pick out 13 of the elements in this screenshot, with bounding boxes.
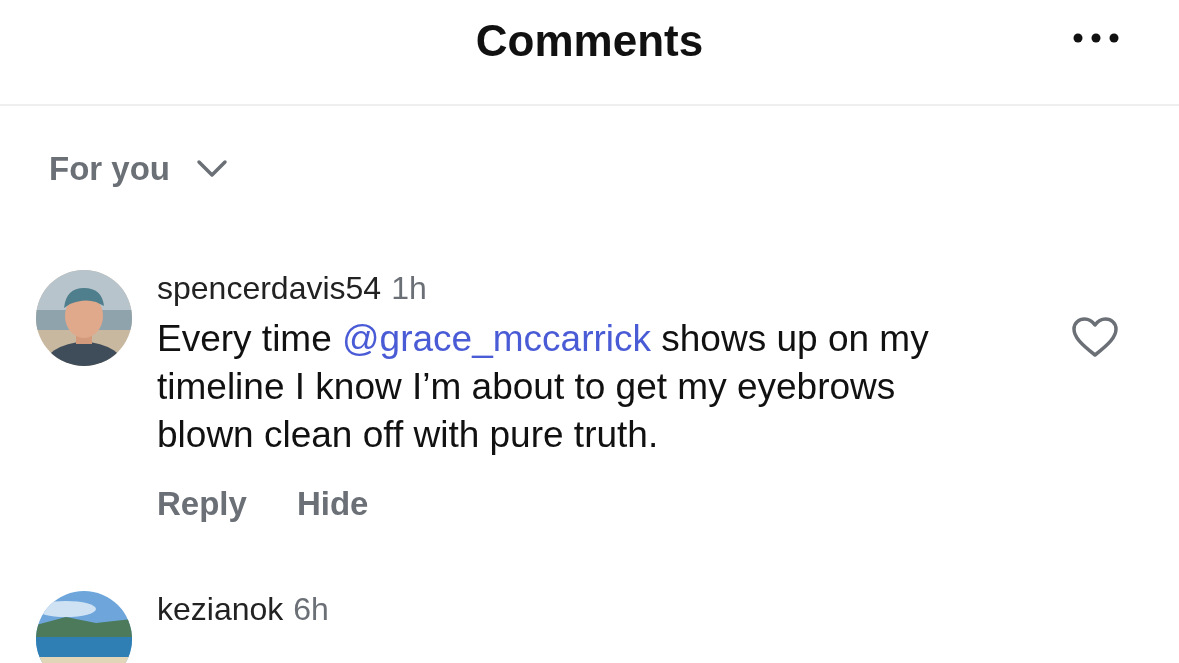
chevron-down-icon bbox=[196, 159, 228, 179]
window-title: Comments bbox=[475, 16, 704, 66]
timestamp: 6h bbox=[293, 591, 329, 628]
heart-icon[interactable] bbox=[1071, 316, 1119, 358]
comment-text: Every time @grace_mccarrick shows up on my timeline I know I’m about to get my eyebrows blown clean off with pure truth. bbox=[157, 317, 930, 457]
hide-button[interactable]: Hide bbox=[296, 485, 369, 523]
timestamp: 1h bbox=[391, 270, 427, 307]
mention-link[interactable]: @grace_mccarrick bbox=[342, 318, 651, 359]
username[interactable]: kezianok bbox=[157, 591, 284, 628]
reply-button[interactable]: Reply bbox=[157, 485, 247, 523]
username[interactable]: spencerdavis54 bbox=[157, 270, 382, 307]
sort-dropdown[interactable]: For you bbox=[49, 150, 228, 188]
more-options-icon[interactable] bbox=[1073, 32, 1119, 44]
